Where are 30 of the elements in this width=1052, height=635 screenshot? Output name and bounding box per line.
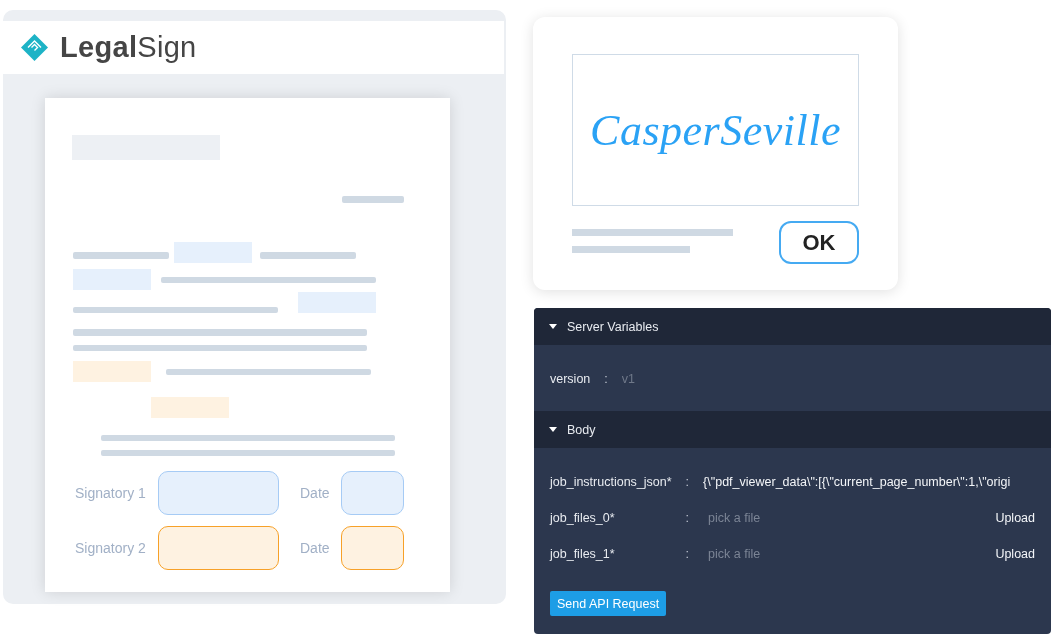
field-label: version — [550, 371, 591, 388]
signature-field[interactable] — [158, 526, 279, 570]
upload-button[interactable]: Upload — [995, 511, 1035, 525]
diamond-logo-icon — [21, 34, 48, 61]
caret-icon — [549, 427, 557, 432]
field-separator: : — [685, 510, 690, 527]
field-separator: : — [685, 546, 690, 563]
section-header[interactable]: Body — [534, 411, 1051, 448]
date-label: Date — [300, 485, 330, 501]
upload-button[interactable]: Upload — [995, 547, 1035, 561]
field-label: job_files_1* — [550, 546, 616, 563]
text-input-field[interactable]: {\"pdf_viewer_data\":[{\"current_page_number\":1,\"origi — [703, 472, 1035, 492]
signatory-label: Signatory 2 — [75, 540, 146, 556]
field-label: job_files_0* — [550, 510, 616, 527]
caret-icon — [549, 324, 557, 329]
signature-field[interactable] — [158, 471, 279, 515]
field-label: job_instructions_json* — [550, 474, 672, 491]
date-label: Date — [300, 540, 330, 556]
file-input-field[interactable]: pick a file — [703, 508, 982, 528]
section-header[interactable]: Server Variables — [534, 308, 1051, 345]
date-field[interactable] — [341, 526, 404, 570]
field-separator: : — [604, 371, 608, 388]
date-field[interactable] — [341, 471, 404, 515]
field-separator: : — [685, 474, 690, 491]
text-input-field[interactable]: v1 — [621, 369, 1035, 389]
signature-text: CasperSeville — [590, 104, 841, 156]
file-input-field[interactable]: pick a file — [703, 544, 982, 564]
signatory-label: Signatory 1 — [75, 485, 146, 501]
logo-text: LegalSign — [60, 31, 197, 64]
ok-button[interactable]: OK — [779, 221, 859, 264]
